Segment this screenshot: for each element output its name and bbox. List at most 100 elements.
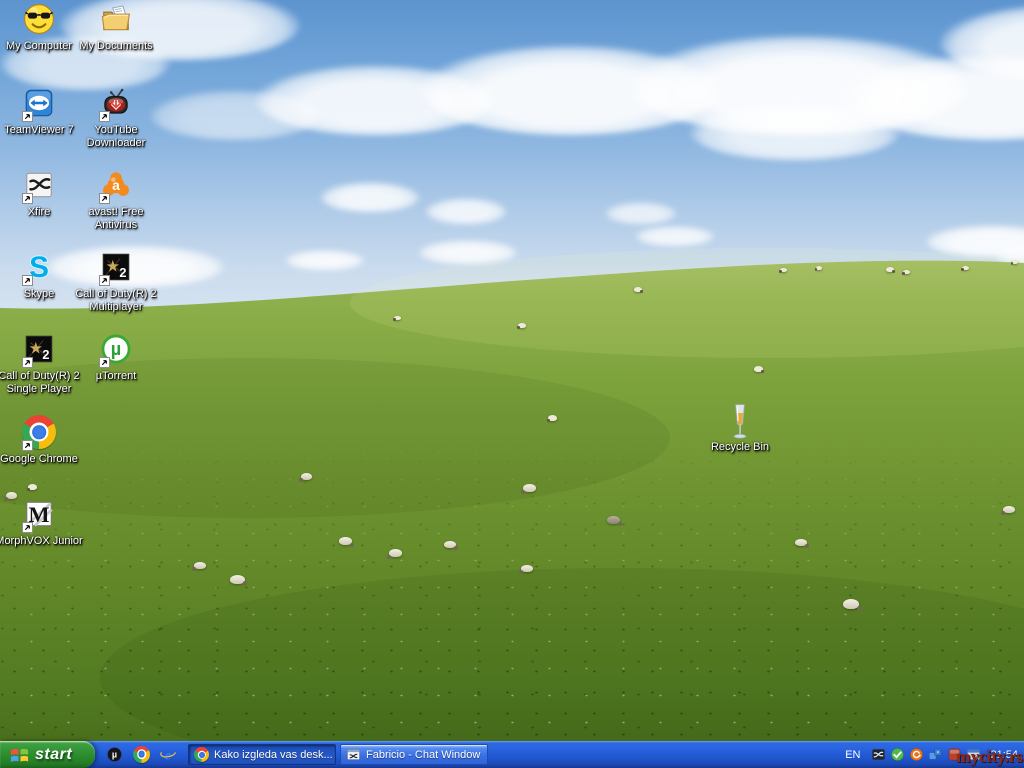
sheep: [779, 268, 787, 273]
recycle-bin-glass-icon: [733, 404, 747, 439]
tray-icon-xfire[interactable]: [871, 747, 887, 763]
sheep: [26, 484, 37, 492]
desktop-icon-teamviewer-7[interactable]: TeamViewer 7: [0, 86, 83, 137]
sheep: [902, 270, 910, 275]
recycle-bin-icon: [723, 403, 757, 439]
sheep: [339, 537, 352, 545]
sheep: [634, 287, 642, 292]
cod2-icon: ★ 2: [22, 332, 56, 368]
desktop-icon-recycle-bin[interactable]: Recycle Bin: [696, 403, 784, 454]
minimized-window-tray-icon: [967, 748, 981, 760]
cloud: [320, 182, 420, 212]
skype-icon: S: [22, 250, 56, 286]
desktop-icon-my-computer[interactable]: My Computer: [0, 2, 83, 53]
chat-window-icon: [346, 747, 361, 762]
cloud: [425, 198, 507, 224]
cloud: [635, 226, 715, 246]
sheep: [299, 473, 312, 482]
sheep: [607, 516, 620, 524]
red-app-tray-icon: [949, 748, 961, 760]
shortcut-arrow-badge: [99, 193, 110, 204]
chrome-icon: [194, 747, 209, 762]
language-indicator[interactable]: EN: [845, 749, 860, 761]
sheep: [444, 541, 456, 548]
desktop-icon-label: Call of Duty(R) 2 Multiplayer: [75, 288, 157, 313]
shortcut-arrow-badge: [22, 522, 33, 533]
desktop-icon-label: YouTube Downloader: [86, 124, 146, 149]
desktop-icon-my-documents[interactable]: My Documents: [72, 2, 160, 53]
desktop-icon-avast-free-antivirus[interactable]: a avast! Free Antivirus: [72, 168, 160, 232]
smiley-sunglasses-icon: [24, 4, 54, 34]
xfire-icon: [22, 168, 56, 204]
svg-text:a: a: [112, 177, 120, 193]
sheep: [815, 266, 822, 271]
desktop-icon-label: Call of Duty(R) 2 Single Player: [0, 370, 80, 395]
taskbar-clock[interactable]: 21:54: [990, 749, 1018, 761]
desktop-icon-google-chrome[interactable]: Google Chrome: [0, 415, 83, 466]
task-button-label: Kako izgleda vas desk...: [214, 748, 333, 761]
desktop-icon-cod2-multiplayer[interactable]: ★ 2Call of Duty(R) 2 Multiplayer: [72, 250, 160, 314]
task-button-2[interactable]: Fabricio - Chat Window: [340, 744, 488, 765]
network-puzzle-tray-icon: [929, 748, 942, 759]
quick-launch-utorrent[interactable]: µ: [106, 746, 124, 764]
shortcut-arrow-badge: [99, 111, 110, 122]
taskbar: start µ e Kako izgleda vas desk... Fabri…: [0, 741, 1024, 768]
quick-launch-bar: µ e: [99, 741, 185, 768]
quick-launch-internet-explorer[interactable]: e: [160, 746, 178, 764]
desktop-icon-xfire[interactable]: Xfire: [0, 168, 83, 219]
desktop-icon-label: Google Chrome: [0, 453, 78, 465]
desktop-icon-cod2-single-player[interactable]: ★ 2Call of Duty(R) 2 Single Player: [0, 332, 83, 396]
sheep: [520, 484, 536, 494]
desktop-icon-label: My Computer: [5, 40, 73, 52]
tray-icon-avast-ball[interactable]: [909, 747, 925, 763]
wallpaper-hill: [0, 248, 1024, 768]
shortcut-arrow-badge: [22, 357, 33, 368]
desktop-icon-label: Recycle Bin: [710, 441, 770, 453]
my-computer-icon: [22, 2, 56, 38]
internet-explorer-icon: e: [160, 747, 176, 762]
tray-icon-network-puzzle[interactable]: [928, 747, 944, 763]
morphvox-icon: M: [22, 497, 56, 533]
chrome-icon: [194, 747, 209, 762]
svg-text:2: 2: [119, 265, 126, 280]
sheep: [192, 562, 206, 571]
tray-icon-minimized-window[interactable]: [966, 747, 982, 763]
system-tray: EN 21:54: [837, 741, 1024, 768]
tray-icon-red-app[interactable]: [947, 747, 963, 763]
desktop-icon-morphvox-junior[interactable]: M MorphVOX Junior: [0, 497, 83, 548]
sheep: [230, 575, 245, 584]
desktop-icon-label: avast! Free Antivirus: [88, 206, 144, 231]
avast-tray-icon: [910, 747, 924, 761]
chrome-icon: [22, 415, 56, 451]
sheep: [843, 599, 859, 609]
task-button-label: Fabricio - Chat Window: [366, 748, 481, 761]
desktop-icon-youtube-downloader[interactable]: YouTube Downloader: [72, 86, 160, 150]
desktop-screen: My Computer My Documents TeamViewer 7 Yo…: [0, 0, 1024, 768]
sheep: [754, 366, 763, 372]
sheep: [1011, 260, 1018, 265]
sheep: [546, 415, 557, 423]
start-button[interactable]: start: [0, 741, 95, 768]
desktop-icon-label: MorphVOX Junior: [0, 535, 83, 547]
xfire-tray-icon: [872, 748, 886, 760]
windows-flag-icon: [10, 748, 29, 762]
avast-icon: a: [99, 168, 133, 204]
shortcut-arrow-badge: [22, 275, 33, 286]
desktop-icon-label: Skype: [23, 288, 55, 300]
quick-launch-chrome[interactable]: [133, 745, 151, 764]
svg-text:e: e: [165, 747, 171, 762]
sheep: [795, 539, 807, 546]
tray-icon-avast-shield[interactable]: [890, 747, 906, 763]
cloud: [690, 105, 900, 160]
sheep: [886, 267, 894, 272]
chat-window-icon: [347, 749, 360, 760]
svg-text:2: 2: [42, 347, 49, 362]
teamviewer-icon: [22, 86, 56, 122]
shortcut-arrow-badge: [22, 440, 33, 451]
shortcut-arrow-badge: [22, 193, 33, 204]
task-button-1[interactable]: Kako izgleda vas desk...: [188, 744, 336, 765]
desktop-icon-skype[interactable]: S Skype: [0, 250, 83, 301]
desktop-icon-utorrent[interactable]: µ µTorrent: [72, 332, 160, 383]
sheep: [519, 565, 533, 574]
cod2-icon: ★ 2: [99, 250, 133, 286]
